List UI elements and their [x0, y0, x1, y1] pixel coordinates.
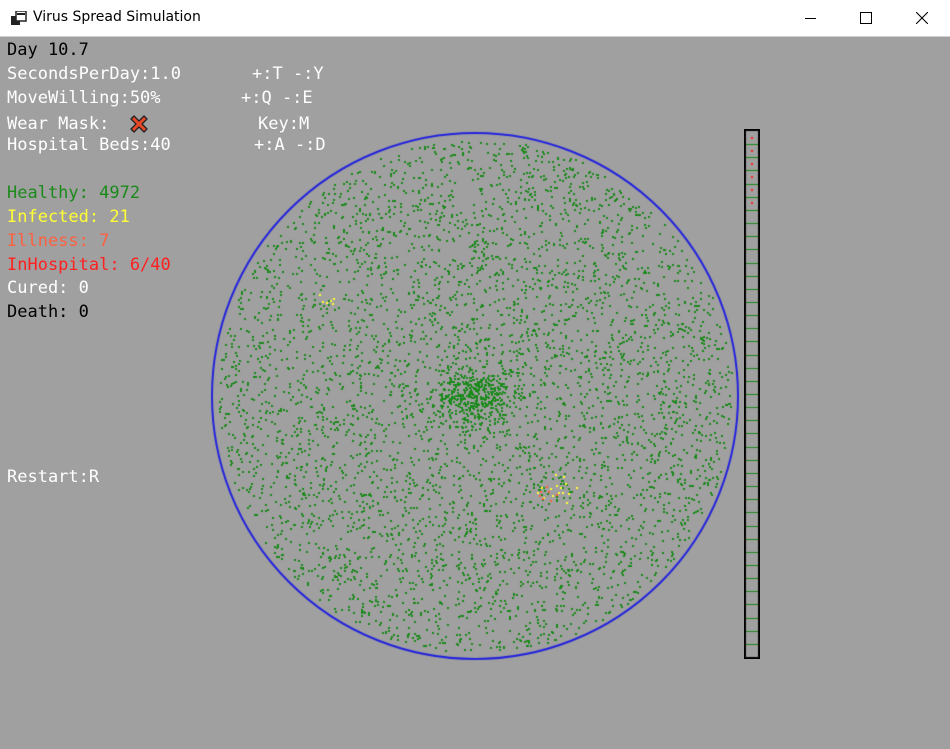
close-icon [916, 12, 928, 24]
simulation-area[interactable]: Day 10.7 SecondsPerDay:1.0 +:T -:Y MoveW… [0, 37, 950, 749]
title-bar[interactable]: Virus Spread Simulation [0, 0, 950, 37]
move-willing-keys: +:Q -:E [241, 88, 313, 108]
app-icon [11, 11, 27, 25]
maximize-button[interactable] [843, 0, 889, 36]
stat-infected: Infected: 21 [7, 207, 130, 227]
day-counter: Day 10.7 [7, 40, 89, 60]
stat-cured: Cured: 0 [7, 278, 89, 298]
cross-icon [130, 115, 148, 133]
close-button[interactable] [899, 0, 945, 36]
hospital-bed-column [744, 129, 760, 659]
move-willing: MoveWilling:50% [7, 88, 161, 108]
minimize-icon [805, 18, 816, 19]
wear-mask-label: Wear Mask: [7, 114, 110, 134]
maximize-icon [860, 12, 872, 24]
hospital-beds: Hospital Beds:40 [7, 135, 171, 155]
restart-hint: Restart:R [7, 467, 100, 487]
hospital-beds-keys: +:A -:D [254, 135, 326, 155]
seconds-per-day: SecondsPerDay:1.0 [7, 64, 181, 84]
stat-in-hospital: InHospital: 6/40 [7, 255, 171, 275]
stat-death: Death: 0 [7, 302, 89, 322]
window-title: Virus Spread Simulation [33, 9, 201, 25]
seconds-per-day-keys: +:T -:Y [252, 64, 324, 84]
wear-mask-key: Key:M [258, 114, 310, 134]
stat-illness: Illness: 7 [7, 231, 110, 251]
stat-healthy: Healthy: 4972 [7, 183, 141, 203]
minimize-button[interactable] [788, 0, 834, 36]
